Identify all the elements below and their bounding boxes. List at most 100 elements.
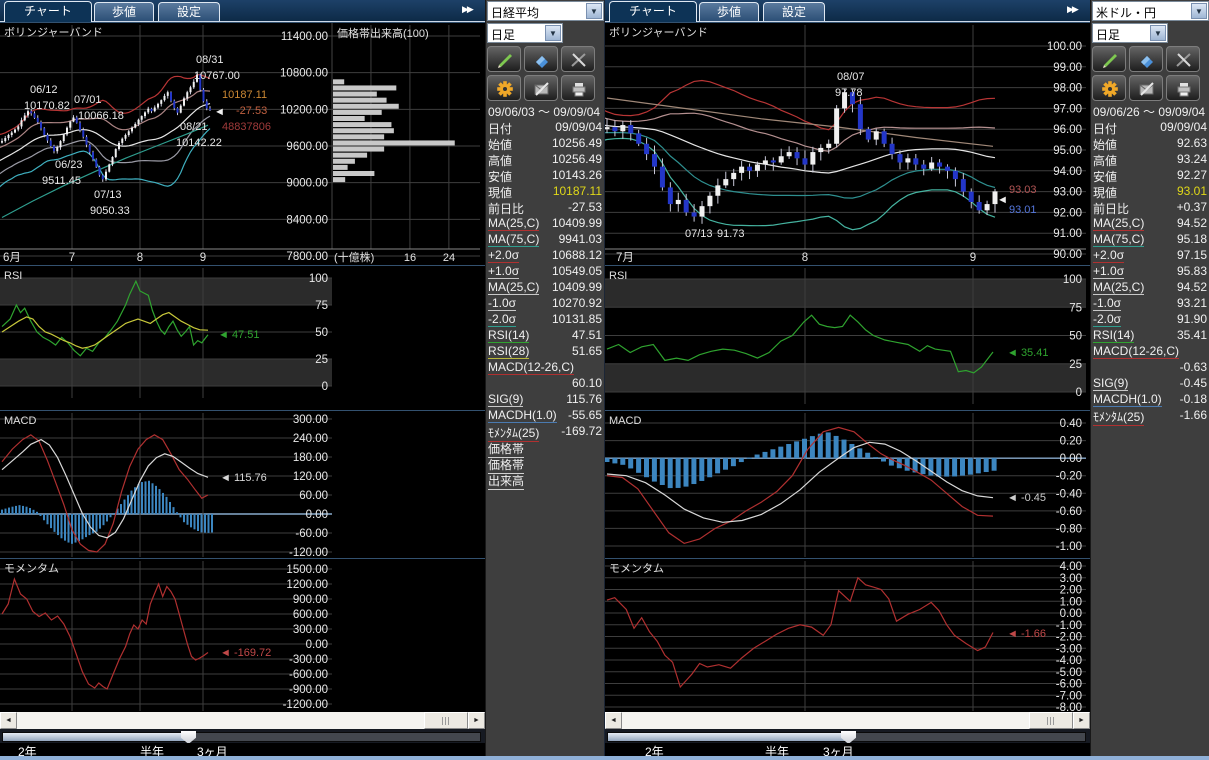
- info-value: 10143.26: [552, 168, 602, 182]
- macd-histogram-bar: [64, 514, 66, 541]
- scroll-left-button[interactable]: ◄: [0, 712, 17, 729]
- tab-price-moves[interactable]: 歩値: [699, 2, 759, 21]
- volprofile-bar: [333, 153, 367, 158]
- tab-overflow-button[interactable]: ▶▶: [1067, 4, 1077, 15]
- tab-settings[interactable]: 設定: [158, 2, 220, 21]
- chevron-down-icon[interactable]: ▼: [1191, 3, 1207, 19]
- symbol-select[interactable]: 米ドル・円▼: [1092, 1, 1209, 21]
- eraser-button[interactable]: [524, 46, 558, 72]
- nikkei-macd-plot[interactable]: 300.00240.00180.00120.0060.000.00-60.00-…: [0, 411, 484, 558]
- candle-body: [203, 90, 205, 102]
- info-value: 10187.11: [553, 184, 602, 198]
- draw-pencil-button[interactable]: [1092, 46, 1126, 72]
- macd-histogram-bar: [731, 458, 736, 466]
- trendline-disabled-button[interactable]: [1166, 46, 1200, 72]
- candle-body: [731, 173, 736, 179]
- info-row: 現値10187.11: [486, 183, 605, 199]
- y-tick-label: -1.00: [1056, 620, 1082, 632]
- usdjpy-rsi-section: 1007550250◄ 35.41RSI: [605, 265, 1090, 410]
- candle-body: [206, 101, 208, 108]
- macd-histogram-bar: [96, 514, 98, 532]
- date-range-text: 09/06/03 ～ 09/09/04: [488, 103, 600, 120]
- chevron-down-icon[interactable]: ▼: [586, 3, 602, 19]
- volprofile-axis-label: (十億株): [334, 250, 374, 264]
- print-button[interactable]: [561, 75, 595, 101]
- tab-chart[interactable]: チャート: [4, 1, 92, 22]
- chevron-down-icon[interactable]: ▼: [545, 25, 561, 41]
- nikkei-momentum-plot[interactable]: 1500.001200.00900.00600.00300.000.00-300…: [0, 559, 484, 712]
- scrollbar-thumb[interactable]: [424, 712, 468, 729]
- candle-body: [60, 141, 62, 147]
- info-value: 10409.99: [552, 280, 602, 294]
- y-tick-label: 0: [1076, 387, 1082, 399]
- eraser-button[interactable]: [1129, 46, 1163, 72]
- info-row: RSI(14)47.51: [486, 327, 605, 343]
- info-label: +1.0σ: [1093, 264, 1124, 279]
- scroll-right-button[interactable]: ►: [1073, 712, 1090, 729]
- info-row: MACD(12-26,C): [486, 359, 605, 375]
- x-tick-label: 7: [69, 252, 75, 264]
- settings-gear-button[interactable]: [1092, 75, 1126, 101]
- y-tick-label: 92.00: [1053, 207, 1082, 219]
- interval-select[interactable]: 日足▼: [487, 23, 563, 43]
- candle-body: [115, 149, 117, 157]
- macd-histogram-bar: [968, 458, 973, 475]
- usdjpy-rsi-plot[interactable]: 1007550250◄ 35.41RSI: [605, 266, 1089, 410]
- period-slider-track[interactable]: [2, 732, 481, 742]
- tab-price-moves[interactable]: 歩値: [94, 2, 154, 21]
- settings-gear-button[interactable]: [487, 75, 521, 101]
- info-label: MA(25,C): [488, 216, 539, 231]
- scroll-right-button[interactable]: ►: [468, 712, 485, 729]
- macd-histogram-bar: [1, 510, 3, 514]
- candle-body: [141, 116, 143, 120]
- nikkei-rsi-plot[interactable]: 1007550250◄ 47.51RSI: [0, 266, 484, 410]
- candle-body: [969, 192, 974, 202]
- info-row: -0.63: [1091, 359, 1209, 375]
- candle-body: [676, 200, 681, 204]
- usdjpy-macd-plot[interactable]: 0.400.200.00-0.20-0.40-0.60-0.80-1.00◄ -…: [605, 411, 1089, 558]
- candle-body: [858, 104, 863, 129]
- tab-chart[interactable]: チャート: [609, 1, 697, 22]
- usdjpy-bollinger-plot[interactable]: 100.0099.0098.0097.0096.0095.0094.0093.0…: [605, 23, 1089, 265]
- chart-h-scrollbar[interactable]: ◄►: [605, 712, 1090, 729]
- period-label-strip: 2年半年3ヶ月: [605, 743, 1090, 756]
- print-button[interactable]: [1166, 75, 1200, 101]
- symbol-select[interactable]: 日経平均▼: [487, 1, 604, 21]
- info-row: -1.0σ10270.92: [486, 295, 605, 311]
- chart-annotation: ◄ -1.66: [1007, 628, 1046, 640]
- scroll-left-button[interactable]: ◄: [605, 712, 622, 729]
- y-tick-label: 50: [1069, 331, 1082, 343]
- scrollbar-thumb[interactable]: [1029, 712, 1073, 729]
- mail-disabled-button[interactable]: [524, 75, 558, 101]
- usdjpy-momentum-plot[interactable]: 4.003.002.001.000.00-1.00-2.00-3.00-4.00…: [605, 559, 1089, 712]
- macd-histogram-bar: [960, 458, 965, 475]
- info-value: -0.18: [1180, 392, 1207, 406]
- info-row: MA(25,C)10409.99: [486, 279, 605, 295]
- volprofile-bar: [333, 128, 394, 133]
- candle-body: [190, 87, 192, 92]
- nikkei-bollinger-plot[interactable]: 価格帯出来高(100)(十億株)162411400.0010800.001020…: [0, 23, 484, 265]
- chevron-down-icon[interactable]: ▼: [1150, 25, 1166, 41]
- candle-body: [890, 144, 895, 154]
- tab-overflow-button[interactable]: ▶▶: [462, 4, 472, 15]
- indicator-link[interactable]: 出来高: [488, 472, 524, 490]
- interval-select[interactable]: 日足▼: [1092, 23, 1168, 43]
- printer-icon: [570, 80, 588, 98]
- draw-pencil-button[interactable]: [487, 46, 521, 72]
- trendline-disabled-button[interactable]: [561, 46, 595, 72]
- mail-disabled-button[interactable]: [1129, 75, 1163, 101]
- chart-h-scrollbar[interactable]: ◄►: [0, 712, 485, 729]
- chart-annotation: ◄ -0.45: [1007, 492, 1046, 504]
- candle-body: [209, 108, 211, 110]
- info-value: 94.52: [1177, 280, 1207, 294]
- scrollbar-track[interactable]: [17, 712, 468, 729]
- info-row: 高値10256.49: [486, 151, 605, 167]
- chart-annotation: 07/13: [685, 228, 713, 240]
- nikkei-rsi-section: 1007550250◄ 47.51RSI: [0, 265, 485, 410]
- nikkei-bollinger-section: 価格帯出来高(100)(十億株)162411400.0010800.001020…: [0, 22, 485, 265]
- info-row: 高値93.24: [1091, 151, 1209, 167]
- scrollbar-track[interactable]: [622, 712, 1073, 729]
- macd-histogram-bar: [211, 514, 213, 532]
- line-slash-icon: [1175, 51, 1193, 69]
- tab-settings[interactable]: 設定: [763, 2, 825, 21]
